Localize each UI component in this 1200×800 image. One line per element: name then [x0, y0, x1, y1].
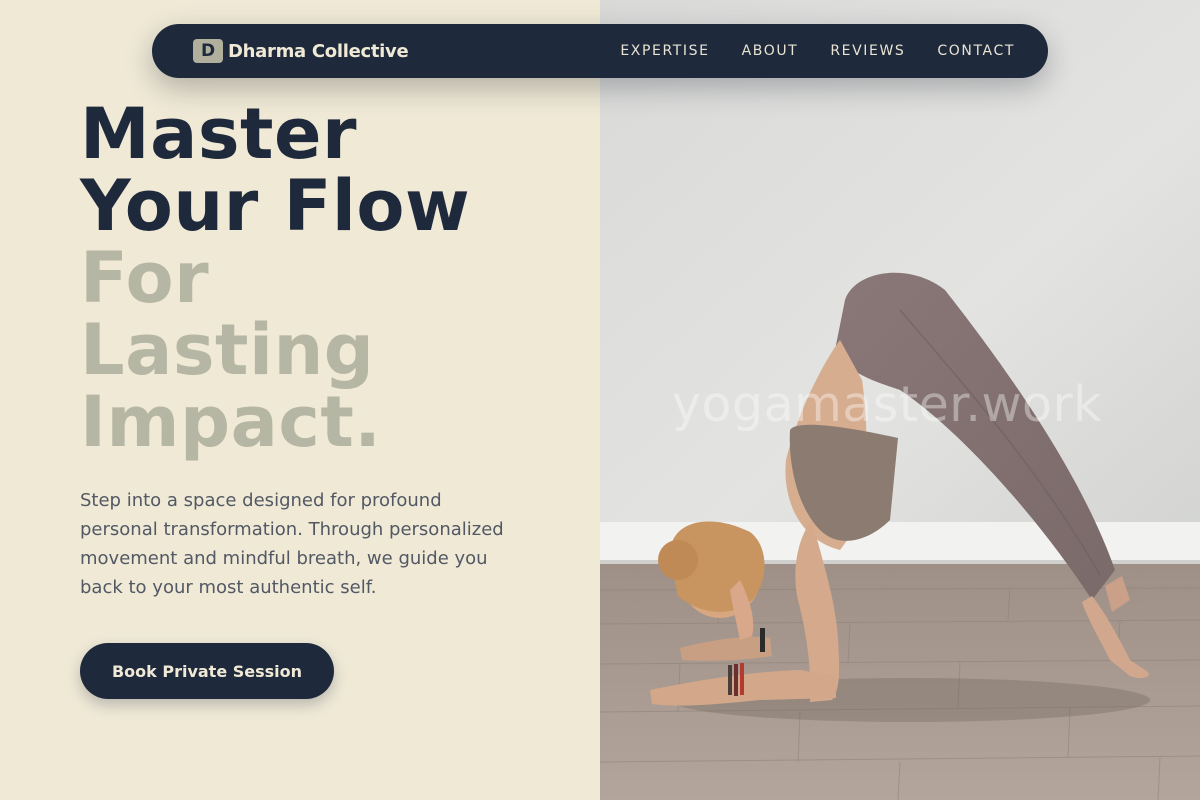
- hero-description: Step into a space designed for profound …: [80, 490, 504, 598]
- brand-logo-link[interactable]: D Dharma Collective: [193, 39, 409, 63]
- nav-links: EXPERTISE ABOUT REVIEWS CONTACT: [620, 43, 1015, 59]
- headline-line-lasting: Lasting: [80, 309, 375, 391]
- hero-text-panel: Master Your Flow For Lasting Impact. Ste…: [0, 0, 600, 800]
- nav-link-expertise[interactable]: EXPERTISE: [620, 43, 709, 59]
- book-private-session-button[interactable]: Book Private Session: [80, 643, 334, 699]
- headline-line-impact: Impact.: [80, 381, 382, 463]
- watermark-text: yogamaster.work: [672, 376, 1103, 433]
- brand-mark-icon: D: [193, 39, 223, 63]
- headline-line-master: Master: [80, 93, 358, 175]
- brand-name: Dharma Collective: [228, 40, 409, 62]
- nav-link-about[interactable]: ABOUT: [742, 43, 799, 59]
- headline-line-your-flow: Your Flow: [80, 165, 471, 247]
- headline-line-for: For: [80, 237, 210, 319]
- top-navbar: D Dharma Collective EXPERTISE ABOUT REVI…: [152, 24, 1048, 78]
- nav-link-contact[interactable]: CONTACT: [937, 43, 1015, 59]
- hero-headline: Master Your Flow For Lasting Impact.: [80, 98, 470, 458]
- nav-link-reviews[interactable]: REVIEWS: [830, 43, 905, 59]
- hero-photo: yogamaster.work: [600, 0, 1200, 800]
